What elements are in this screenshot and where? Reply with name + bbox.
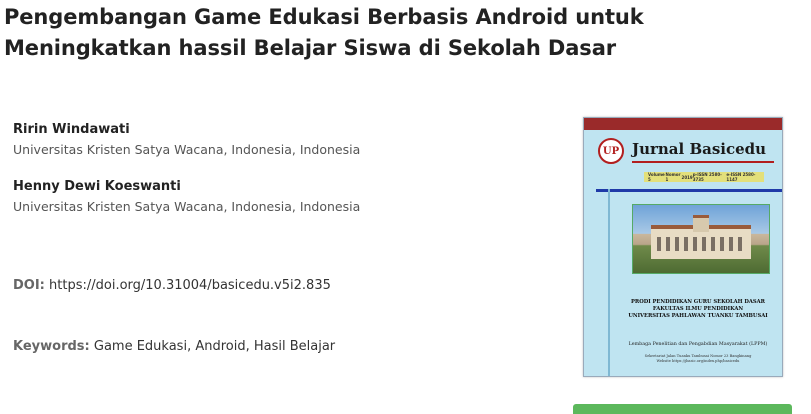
cover-eissn: e-ISSN 2580-1147 bbox=[726, 172, 756, 182]
building-shape bbox=[651, 215, 751, 259]
keywords-row: Keywords: Game Edukasi, Android, Hasil B… bbox=[13, 338, 335, 356]
author-entry: Ririn Windawati Universitas Kristen Saty… bbox=[13, 121, 533, 161]
cover-address-line: Website https://jbasic.org/index.php/bas… bbox=[656, 359, 740, 363]
cover-info-bar: Volume 5 Nomor 1 2019 p-ISSN 2580-3735 e… bbox=[644, 172, 764, 182]
logo-text: UP bbox=[602, 145, 620, 157]
cover-top-bar bbox=[584, 118, 782, 130]
journal-cover-image[interactable]: UP Jurnal Basicedu Volume 5 Nomor 1 2019… bbox=[583, 117, 783, 377]
article-title: Pengembangan Game Edukasi Berbasis Andro… bbox=[4, 5, 644, 60]
cover-year: 2019 bbox=[681, 174, 693, 180]
cover-prodi-line: PRODI PENDIDIKAN GURU SEKOLAH DASAR bbox=[631, 299, 765, 305]
cover-vertical-line bbox=[608, 189, 610, 376]
cover-prodi-line: UNIVERSITAS PAHLAWAN TUANKU TAMBUSAI bbox=[628, 313, 768, 319]
cover-pissn: p-ISSN 2580-3735 bbox=[692, 172, 722, 182]
cover-address-text: Sekretariat Jalan Tuanku Tambusai Nomor … bbox=[618, 354, 778, 364]
university-logo-icon: UP bbox=[598, 138, 624, 164]
keywords-value: Game Edukasi, Android, Hasil Belajar bbox=[93, 339, 336, 354]
author-affiliation: Universitas Kristen Satya Wacana, Indone… bbox=[13, 199, 361, 214]
author-name: Henny Dewi Koeswanti bbox=[13, 179, 181, 194]
keywords-label: Keywords: bbox=[13, 339, 90, 354]
campus-building-photo bbox=[632, 204, 770, 274]
cover-blue-line bbox=[596, 189, 782, 192]
author-entry: Henny Dewi Koeswanti Universitas Kristen… bbox=[13, 178, 533, 218]
doi-row: DOI: https://doi.org/10.31004/basicedu.v… bbox=[13, 277, 331, 295]
cover-prodi-line: FAKULTAS ILMU PENDIDIKAN bbox=[652, 306, 744, 312]
author-affiliation: Universitas Kristen Satya Wacana, Indone… bbox=[13, 142, 361, 157]
doi-label: DOI: bbox=[13, 278, 45, 293]
cover-institution-text: PRODI PENDIDIKAN GURU SEKOLAH DASAR FAKU… bbox=[618, 299, 778, 320]
author-list: Ririn Windawati Universitas Kristen Saty… bbox=[13, 121, 533, 235]
cover-volume: Volume 5 bbox=[648, 172, 665, 182]
download-button[interactable] bbox=[573, 404, 792, 414]
cover-number: Nomor 1 bbox=[665, 172, 681, 182]
doi-link[interactable]: https://doi.org/10.31004/basicedu.v5i2.8… bbox=[49, 278, 331, 293]
cover-divider bbox=[632, 161, 774, 163]
cover-lppm-text: Lembaga Penelitian dan Pengabdian Masyar… bbox=[628, 342, 768, 347]
cover-journal-name: Jurnal Basicedu bbox=[632, 140, 767, 158]
author-name: Ririn Windawati bbox=[13, 122, 130, 137]
